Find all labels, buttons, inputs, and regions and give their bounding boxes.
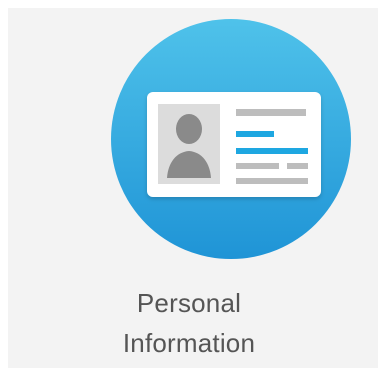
id-card-icon <box>111 19 351 259</box>
card-line-gray-3 <box>287 163 308 169</box>
tile-label-line-2: Information <box>122 328 256 358</box>
card-line-gray-4 <box>236 178 308 184</box>
card-line-gray-1 <box>236 109 306 116</box>
tile-label: Personal Information <box>8 283 370 363</box>
card-line-gray-2 <box>236 163 279 169</box>
card-line-blue-1 <box>236 131 274 137</box>
tile-label-line-1: Personal <box>136 288 242 318</box>
personal-information-tile[interactable]: Personal Information <box>8 8 378 368</box>
card-line-blue-2 <box>236 148 308 154</box>
personal-information-icon <box>110 18 352 260</box>
